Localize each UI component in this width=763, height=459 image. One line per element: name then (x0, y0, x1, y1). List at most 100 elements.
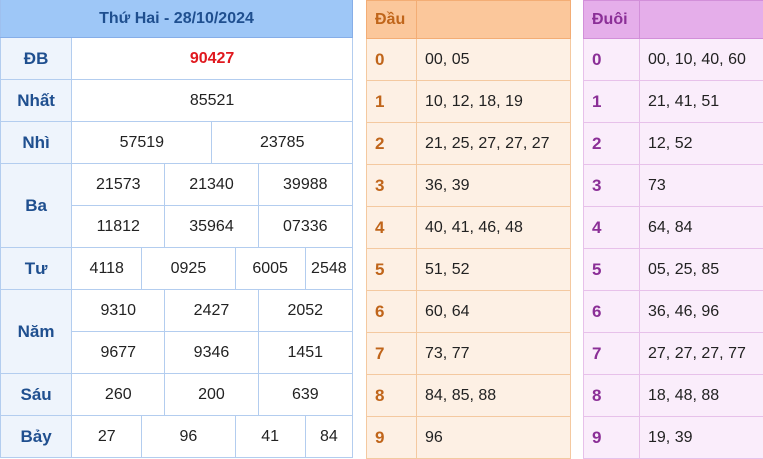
prize-number: 9677 (72, 332, 165, 374)
prize-row-nam: Năm 9310 2427 2052 (1, 290, 353, 332)
dau-header-blank (417, 1, 571, 39)
prize-label-nhat: Nhất (1, 80, 72, 122)
prize-number: 9310 (72, 290, 165, 332)
duoi-header: Đuôi (584, 1, 640, 39)
duoi-values: 27, 27, 27, 77 (640, 333, 763, 375)
dau-key: 3 (367, 165, 417, 207)
prize-number: 07336 (258, 206, 352, 248)
prize-number: 2548 (305, 248, 352, 290)
prize-label-nam: Năm (1, 290, 72, 374)
prize-number: 27 (72, 416, 142, 458)
dau-row: 551, 52 (367, 249, 571, 291)
prize-number: 85521 (72, 80, 353, 122)
duoi-key: 4 (584, 207, 640, 249)
prize-label-tu: Tư (1, 248, 72, 290)
dau-row: 660, 64 (367, 291, 571, 333)
dau-row: 996 (367, 417, 571, 459)
dau-header: Đầu (367, 1, 417, 39)
duoi-key: 1 (584, 81, 640, 123)
prize-number: 21340 (165, 164, 258, 206)
duoi-row: 464, 84 (584, 207, 763, 249)
prize-row-nhat: Nhất 85521 (1, 80, 353, 122)
prize-label-nhi: Nhì (1, 122, 72, 164)
prize-number: 9346 (165, 332, 258, 374)
prize-number: 41 (235, 416, 305, 458)
duoi-row: 919, 39 (584, 417, 763, 459)
dau-key: 6 (367, 291, 417, 333)
duoi-values: 21, 41, 51 (640, 81, 763, 123)
dau-key: 1 (367, 81, 417, 123)
dau-table: Đầu 000, 05 110, 12, 18, 19 221, 25, 27,… (366, 0, 571, 459)
duoi-row: 121, 41, 51 (584, 81, 763, 123)
dau-row: 336, 39 (367, 165, 571, 207)
dau-values: 96 (417, 417, 571, 459)
prize-number: 4118 (72, 248, 142, 290)
prize-row-sau: Sáu 260 200 639 (1, 374, 353, 416)
prize-number: 21573 (72, 164, 165, 206)
duoi-key: 5 (584, 249, 640, 291)
dau-row: 221, 25, 27, 27, 27 (367, 123, 571, 165)
prize-number: 11812 (72, 206, 165, 248)
duoi-row: 505, 25, 85 (584, 249, 763, 291)
prize-number: 23785 (212, 122, 353, 164)
dau-values: 10, 12, 18, 19 (417, 81, 571, 123)
prize-label-db: ĐB (1, 38, 72, 80)
dau-row: 773, 77 (367, 333, 571, 375)
duoi-key: 2 (584, 123, 640, 165)
prize-row-bay: Bảy 27 96 41 84 (1, 416, 353, 458)
duoi-values: 73 (640, 165, 763, 207)
duoi-key: 9 (584, 417, 640, 459)
dau-values: 21, 25, 27, 27, 27 (417, 123, 571, 165)
results-header-date: Thứ Hai - 28/10/2024 (1, 0, 353, 38)
duoi-row: 000, 10, 40, 60 (584, 39, 763, 81)
prize-label-bay: Bảy (1, 416, 72, 458)
prize-number: 639 (258, 374, 352, 416)
duoi-key: 6 (584, 291, 640, 333)
special-prize-number: 90427 (72, 38, 353, 80)
dau-key: 8 (367, 375, 417, 417)
prize-label-ba: Ba (1, 164, 72, 248)
dau-values: 84, 85, 88 (417, 375, 571, 417)
dau-row: 884, 85, 88 (367, 375, 571, 417)
prize-number: 200 (165, 374, 258, 416)
dau-key: 0 (367, 39, 417, 81)
duoi-values: 36, 46, 96 (640, 291, 763, 333)
dau-values: 51, 52 (417, 249, 571, 291)
duoi-header-blank (640, 1, 763, 39)
duoi-values: 00, 10, 40, 60 (640, 39, 763, 81)
dau-key: 2 (367, 123, 417, 165)
dau-key: 5 (367, 249, 417, 291)
dau-values: 60, 64 (417, 291, 571, 333)
prize-number: 39988 (258, 164, 352, 206)
duoi-table: Đuôi 000, 10, 40, 60 121, 41, 51 212, 52… (583, 0, 763, 459)
duoi-row: 636, 46, 96 (584, 291, 763, 333)
dau-key: 7 (367, 333, 417, 375)
dau-key: 9 (367, 417, 417, 459)
duoi-values: 12, 52 (640, 123, 763, 165)
prize-number: 57519 (72, 122, 212, 164)
dau-key: 4 (367, 207, 417, 249)
prize-number: 2052 (258, 290, 352, 332)
duoi-row: 818, 48, 88 (584, 375, 763, 417)
dau-row: 110, 12, 18, 19 (367, 81, 571, 123)
prize-number: 6005 (235, 248, 305, 290)
dau-values: 40, 41, 46, 48 (417, 207, 571, 249)
prize-row-nhi: Nhì 57519 23785 (1, 122, 353, 164)
dau-values: 73, 77 (417, 333, 571, 375)
prize-row-db: ĐB 90427 (1, 38, 353, 80)
prize-number: 2427 (165, 290, 258, 332)
prize-row-tu: Tư 4118 0925 6005 2548 (1, 248, 353, 290)
prize-number: 1451 (258, 332, 352, 374)
prize-number: 260 (72, 374, 165, 416)
prize-number: 96 (142, 416, 235, 458)
duoi-values: 19, 39 (640, 417, 763, 459)
duoi-row: 727, 27, 27, 77 (584, 333, 763, 375)
duoi-row: 373 (584, 165, 763, 207)
duoi-row: 212, 52 (584, 123, 763, 165)
results-table: Thứ Hai - 28/10/2024 ĐB 90427 Nhất 85521… (0, 0, 353, 458)
duoi-values: 05, 25, 85 (640, 249, 763, 291)
prize-number: 84 (305, 416, 352, 458)
duoi-key: 3 (584, 165, 640, 207)
duoi-values: 18, 48, 88 (640, 375, 763, 417)
dau-values: 36, 39 (417, 165, 571, 207)
